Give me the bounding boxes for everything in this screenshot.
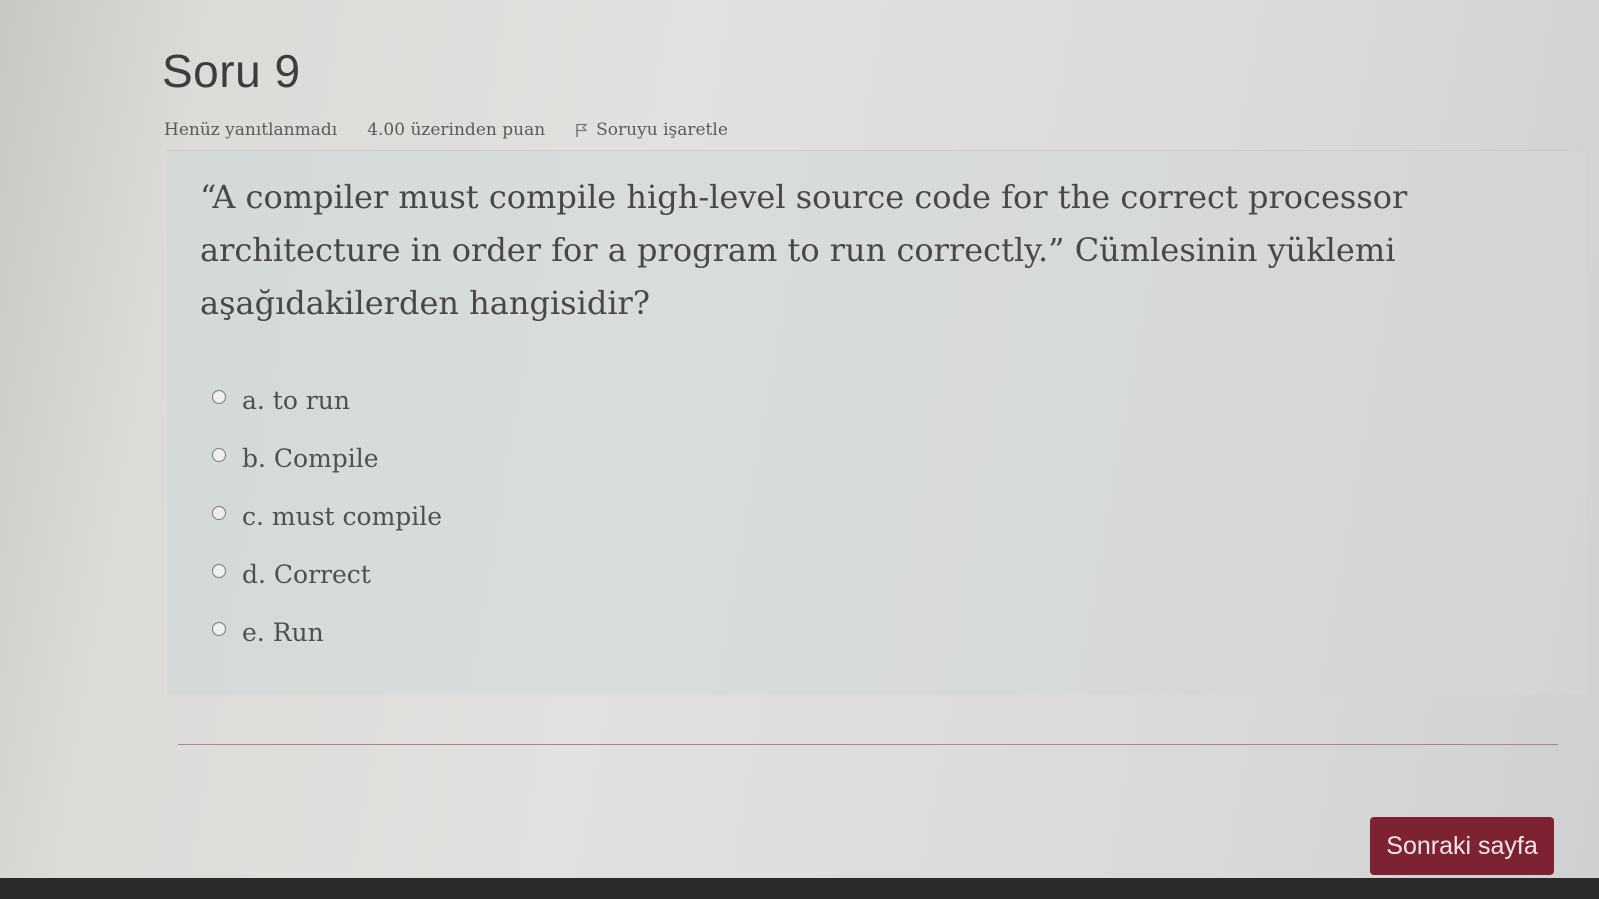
radio-unchecked-icon[interactable] [212,390,226,404]
answer-label: c. must compile [242,501,443,531]
answer-label: b. Compile [242,443,379,473]
question-status: Henüz yanıtlanmadı [164,120,338,140]
question-content: “A compiler must compile high-level sour… [167,150,1587,695]
radio-unchecked-icon[interactable] [212,506,226,520]
answer-option-b[interactable]: b. Compile [212,429,442,487]
radio-unchecked-icon[interactable] [212,622,226,636]
answer-option-e[interactable]: e. Run [212,603,442,661]
quiz-page: Soru 9 Henüz yanıtlanmadı 4.00 üzerinden… [0,0,1599,899]
screen-bottom-edge [0,878,1599,899]
flag-question-label: Soruyu işaretle [596,120,728,140]
answer-options: a. to run b. Compile c. must compile d. … [212,371,442,661]
answer-label: e. Run [242,617,324,647]
answer-label: a. to run [242,385,350,415]
flag-question-link[interactable]: Soruyu işaretle [575,120,728,140]
radio-unchecked-icon[interactable] [212,448,226,462]
answer-option-a[interactable]: a. to run [212,371,442,429]
answer-option-d[interactable]: d. Correct [212,545,442,603]
flag-icon [575,123,588,138]
section-divider [178,744,1558,745]
next-page-button[interactable]: Sonraki sayfa [1370,817,1554,875]
answer-option-c[interactable]: c. must compile [212,487,442,545]
radio-unchecked-icon[interactable] [212,564,226,578]
answer-label: d. Correct [242,559,371,589]
question-points: 4.00 üzerinden puan [367,120,546,140]
question-text: “A compiler must compile high-level sour… [200,178,1408,322]
question-info: Henüz yanıtlanmadı 4.00 üzerinden puan S… [164,118,728,142]
question-title: Soru 9 [162,45,301,97]
